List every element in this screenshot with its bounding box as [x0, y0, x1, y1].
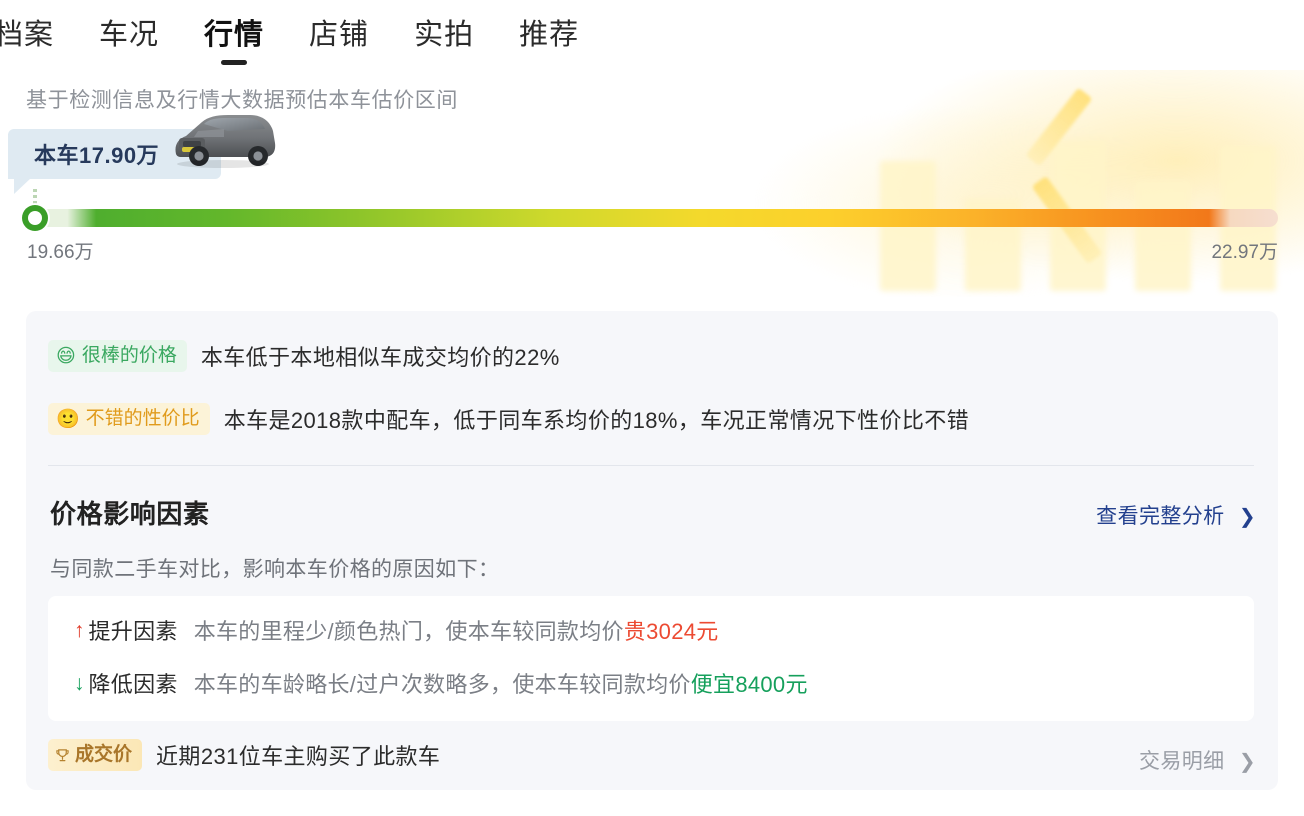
assessment-pill-label: 很棒的价格 — [82, 343, 177, 369]
factor-label: 降低因素 — [89, 667, 178, 699]
chevron-right-icon: ❯ — [1239, 506, 1256, 528]
current-price-bubble: 本车17.90万 — [8, 129, 221, 179]
active-tab-indicator — [221, 60, 247, 65]
arrow-down-icon: ↓ — [74, 673, 85, 694]
price-marker-dot-inner — [28, 211, 42, 225]
assessment-row-value: 🙂 不错的性价比 本车是2018款中配车，低于同车系均价的18%，车况正常情况下… — [48, 403, 969, 435]
factor-description: 本车的车龄略长/过户次数略多，使本车较同款均价 — [194, 667, 691, 699]
price-marker-stem — [33, 189, 37, 205]
market-analysis-card: 😄 很棒的价格 本车低于本地相似车成交均价的22% 🙂 不错的性价比 本车是20… — [26, 311, 1278, 790]
car-photo — [168, 107, 278, 169]
assessment-text: 本车低于本地相似车成交均价的22% — [201, 340, 560, 372]
factors-subtitle: 与同款二手车对比，影响本车价格的原因如下： — [50, 553, 499, 583]
transaction-detail-link[interactable]: 交易明细 ❯ — [1139, 745, 1256, 775]
tab-label: 店铺 — [309, 19, 369, 51]
price-range-bar[interactable] — [0, 205, 1304, 231]
tab-label: 车况 — [99, 19, 159, 51]
tab-label: 推荐 — [519, 19, 579, 51]
deco-bar-4 — [1135, 181, 1191, 291]
price-range-min-label: 19.66万 — [27, 237, 94, 264]
page-title: 价格影响因素 — [50, 494, 210, 531]
transaction-detail-label: 交易明细 — [1139, 750, 1225, 773]
tab-shipai[interactable]: 实拍 — [414, 13, 474, 57]
trophy-icon — [55, 748, 70, 763]
hero-glow — [584, 62, 1304, 297]
top-nav-tabs: 档案 车况 行情 店铺 实拍 推荐 — [0, 0, 1304, 70]
view-full-analysis-label: 查看完整分析 — [1096, 505, 1224, 528]
factor-description: 本车的里程少/颜色热门，使本车较同款均价 — [194, 614, 624, 646]
deal-price-pill-label: 成交价 — [75, 742, 132, 768]
view-full-analysis-link[interactable]: 查看完整分析 ❯ — [1096, 500, 1256, 530]
chevron-right-icon: ❯ — [1239, 751, 1256, 773]
smiling-face-icon: 🙂 — [56, 410, 80, 429]
tab-label: 实拍 — [414, 19, 474, 51]
price-range-max-label: 22.97万 — [1211, 237, 1278, 264]
tab-label: 档案 — [0, 19, 54, 51]
deal-summary-text: 近期231位车主购买了此款车 — [156, 739, 440, 771]
price-factors-box: ↑ 提升因素 本车的里程少/颜色热门，使本车较同款均价 贵3024元 ↓ 降低因… — [48, 596, 1254, 721]
price-range-track — [26, 209, 1278, 227]
tab-hangqing[interactable]: 行情 — [204, 13, 264, 57]
deal-price-pill: 成交价 — [48, 739, 142, 771]
assessment-pill-label: 不错的性价比 — [86, 406, 200, 432]
assessment-pill-good-value: 🙂 不错的性价比 — [48, 403, 210, 435]
assessment-text: 本车是2018款中配车，低于同车系均价的18%，车况正常情况下性价比不错 — [224, 403, 969, 435]
arrow-up-icon: ↑ — [74, 620, 85, 641]
tab-label: 行情 — [204, 19, 264, 51]
factor-row-increase: ↑ 提升因素 本车的里程少/颜色热门，使本车较同款均价 贵3024元 — [74, 614, 719, 646]
tab-chekuang[interactable]: 车况 — [99, 13, 159, 57]
card-divider — [48, 465, 1254, 466]
factor-amount: 贵3024元 — [624, 614, 719, 646]
factor-row-decrease: ↓ 降低因素 本车的车龄略长/过户次数略多，使本车较同款均价 便宜8400元 — [74, 667, 808, 699]
tab-dianpu[interactable]: 店铺 — [309, 13, 369, 57]
assessment-pill-great-price: 😄 很棒的价格 — [48, 340, 187, 372]
deal-price-row: 成交价 近期231位车主购买了此款车 — [48, 739, 440, 771]
tab-tuijian[interactable]: 推荐 — [519, 13, 579, 57]
bubble-tail — [14, 178, 31, 194]
factor-label: 提升因素 — [89, 614, 178, 646]
price-marker-dot[interactable] — [22, 205, 48, 231]
factor-amount: 便宜8400元 — [691, 667, 808, 699]
price-bubble-label: 本车17.90万 — [34, 143, 159, 168]
assessment-row-price: 😄 很棒的价格 本车低于本地相似车成交均价的22% — [48, 340, 560, 372]
grinning-face-icon: 😄 — [56, 347, 76, 366]
tab-dangan[interactable]: 档案 — [0, 13, 54, 57]
